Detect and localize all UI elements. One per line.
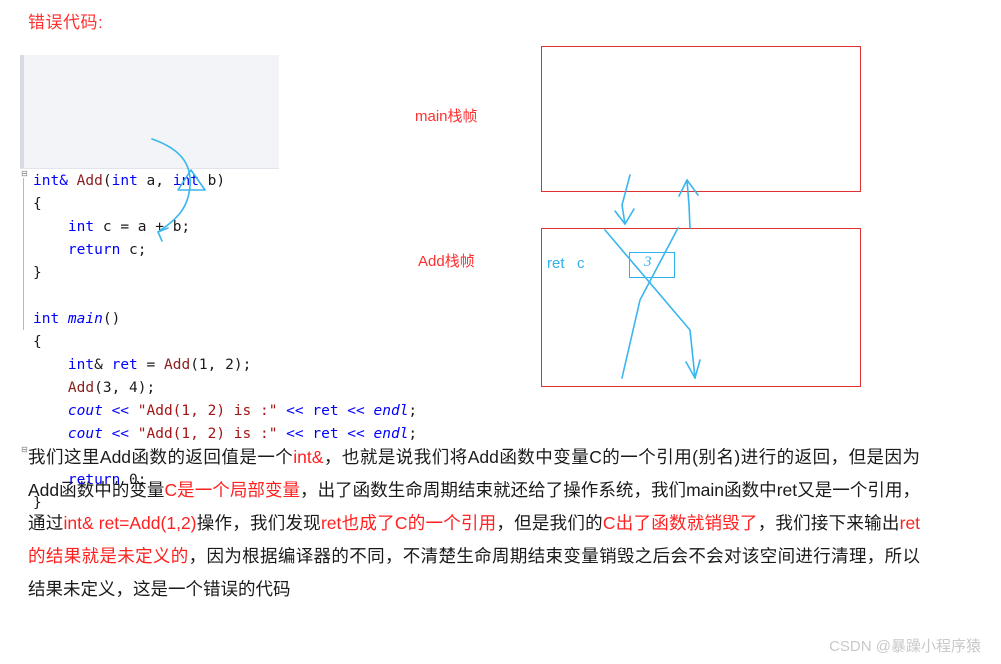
code-token: ;: [408, 426, 418, 442]
paragraph-segment: C出了函数就销毁了: [602, 513, 758, 533]
code-token: main: [67, 311, 103, 327]
code-token: &: [94, 357, 112, 373]
code-line: ⊟ int main(): [21, 308, 305, 454]
code-token: return: [67, 242, 121, 258]
code-token: int: [33, 311, 68, 327]
paragraph-segment: ，我们接下来输出: [757, 513, 900, 533]
code-block: ⊟ int& Add(int a, int b){ int c = a + b; …: [20, 55, 417, 561]
code-token: Add: [67, 380, 95, 396]
code-token: }: [33, 495, 42, 511]
code-token: cout: [67, 403, 103, 419]
code-token: (1, 2);: [190, 357, 252, 373]
code-token: 0;: [120, 472, 147, 488]
stack-value-box: 3: [629, 252, 675, 278]
frame-down-arrow-head-2: [624, 208, 635, 225]
code-token: int: [111, 173, 138, 189]
code-token: <<: [338, 403, 374, 419]
code-token: int: [172, 173, 199, 189]
add-stack-frame-label: Add栈帧: [418, 253, 475, 270]
code-line: {: [33, 331, 305, 354]
code-token: Add: [164, 357, 191, 373]
paragraph-segment: int& ret=Add(1,2): [63, 513, 197, 533]
code-line: ⊟ int& Add(int a, int b): [21, 170, 305, 193]
code-highlight-region: [20, 55, 279, 169]
main-stack-frame-box: [541, 46, 861, 192]
code-token: c = a + b;: [94, 219, 191, 235]
code-line: Add(3, 4);: [33, 377, 305, 400]
add-frame-slot-label: ret c: [547, 255, 585, 272]
code-token: ret: [312, 403, 339, 419]
code-line: }: [33, 492, 305, 515]
code-token: b): [198, 173, 226, 189]
code-token: &: [59, 173, 77, 189]
code-token: return: [67, 472, 121, 488]
page-title: 错误代码:: [28, 13, 104, 32]
code-token: int: [67, 357, 95, 373]
code-lines: ⊟ int& Add(int a, int b){ int c = a + b; …: [20, 170, 417, 515]
paragraph-segment: 操作，我们发现: [196, 513, 321, 533]
code-line: return 0;: [33, 469, 305, 492]
code-line: cout << "Add(1, 2) is :" << ret << endl;: [33, 400, 417, 423]
code-token: c;: [120, 242, 147, 258]
code-token: endl: [373, 403, 409, 419]
paragraph-segment: ，但是我们的: [496, 513, 603, 533]
code-line: int& ret = Add(1, 2);: [33, 354, 305, 377]
code-token: (3, 4);: [94, 380, 156, 396]
code-token: <<: [102, 426, 138, 442]
code-token: ret: [111, 357, 138, 373]
code-token: <<: [277, 426, 313, 442]
main-stack-frame-label: main栈帧: [415, 108, 478, 125]
code-token: "Add(1, 2) is :": [137, 403, 278, 419]
frame-down-arrow-head-1: [614, 210, 626, 225]
paragraph-segment: ret也成了C的一个引用: [320, 513, 497, 533]
code-token: cout: [67, 426, 103, 442]
code-token: {: [33, 334, 42, 350]
code-token: <<: [338, 426, 374, 442]
code-token: Add: [76, 173, 103, 189]
collapse-icon[interactable]: ⊟: [21, 170, 30, 179]
code-token: <<: [102, 403, 138, 419]
page-root: 错误代码: ⊟ int& Add(int a, int b){ int c = a…: [0, 0, 1001, 664]
code-token: }: [33, 265, 42, 281]
code-token: ;: [408, 403, 418, 419]
code-gutter-bar-top: [20, 55, 24, 168]
code-token: (: [102, 173, 112, 189]
code-token: =: [137, 357, 164, 373]
code-token: "Add(1, 2) is :": [137, 426, 278, 442]
code-line: return c;: [33, 239, 305, 262]
code-token: int: [67, 219, 95, 235]
code-token: a,: [137, 173, 173, 189]
collapse-icon[interactable]: ⊟: [21, 446, 30, 455]
code-line: int c = a + b;: [33, 216, 305, 239]
code-line: cout << "Add(1, 2) is :" << ret << endl;: [33, 423, 417, 446]
code-token: <<: [277, 403, 313, 419]
watermark: CSDN @暴躁小程序猿: [829, 638, 981, 655]
code-token: int: [33, 173, 60, 189]
code-token: endl: [373, 426, 409, 442]
code-token: ret: [312, 426, 339, 442]
add-stack-frame-box: [541, 228, 861, 387]
code-token: (): [102, 311, 121, 327]
code-line: }: [33, 262, 305, 285]
code-token: {: [33, 196, 42, 212]
code-line: {: [33, 193, 305, 216]
stack-value-text: 3: [644, 254, 652, 270]
